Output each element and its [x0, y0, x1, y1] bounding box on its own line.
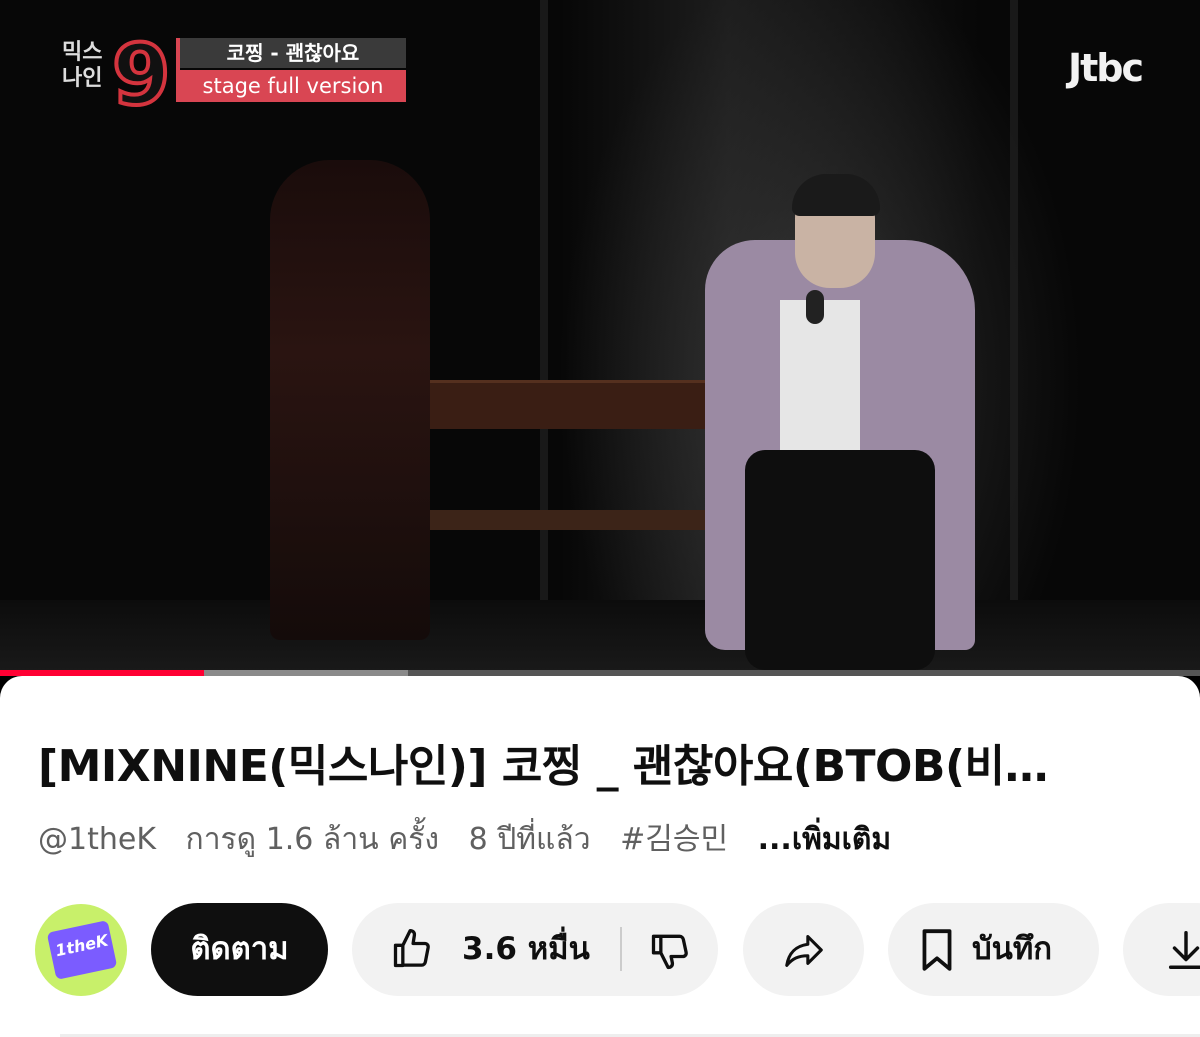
video-title[interactable]: [MIXNINE(믹스나인)] 코찡 _ 괜찮아요(BTOB(비…	[38, 738, 1158, 796]
video-meta[interactable]: @1theK การดู 1.6 ล้าน ครั้ง 8 ปีที่แล้ว …	[38, 818, 911, 862]
microphone	[806, 290, 824, 324]
thumbs-down-icon[interactable]	[648, 929, 692, 973]
singer-pants	[745, 450, 935, 670]
stage-pole	[540, 0, 548, 676]
upload-age: 8 ปีที่แล้ว	[468, 822, 591, 857]
like-dislike-pill: 3.6 หมื่น	[352, 903, 718, 996]
download-icon	[1168, 931, 1200, 969]
stage-floor	[0, 600, 1200, 676]
bench-seat	[390, 510, 730, 530]
save-button[interactable]: บันทึก	[888, 903, 1099, 996]
singer-shirt	[780, 300, 860, 460]
singer-hair	[792, 174, 880, 216]
channel-handle[interactable]: @1theK	[38, 822, 156, 857]
action-bar: 1theK ติดตาม 3.6 หมื่น บันทึก	[0, 900, 1200, 1000]
stage-tag-title: 코찡 - 괜찮아요	[180, 38, 406, 68]
subscribe-button[interactable]: ติดตาม	[151, 903, 328, 996]
person-silhouette	[270, 160, 430, 640]
bench	[390, 380, 730, 550]
like-count: 3.6 หมื่น	[462, 931, 590, 967]
show-logo: 믹스 나인 9	[62, 28, 172, 122]
show-logo-text: 믹스 나인	[62, 40, 103, 91]
share-button[interactable]	[743, 903, 864, 996]
view-count: การดู 1.6 ล้าน ครั้ง	[185, 822, 440, 857]
more-link[interactable]: ...เพิ่มเติม	[758, 822, 892, 857]
video-player[interactable]: 믹스 나인 9 코찡 - 괜찮아요 stage full version Jtb…	[0, 0, 1200, 676]
stage-tag-subtitle: stage full version	[180, 70, 406, 102]
like-divider	[620, 927, 622, 971]
thumbs-up-icon	[393, 929, 430, 968]
bookmark-icon	[922, 929, 952, 971]
hashtag[interactable]: #김승민	[620, 822, 728, 857]
show-logo-nine: 9	[110, 26, 172, 124]
broadcaster-logo: Jtbc	[1068, 46, 1144, 90]
bench-back	[410, 380, 730, 429]
download-button[interactable]	[1123, 903, 1200, 996]
stage-tag: 코찡 - 괜찮아요 stage full version	[176, 38, 406, 102]
save-label: บันทึก	[972, 931, 1053, 967]
share-icon	[785, 935, 823, 967]
stage-pole	[1010, 0, 1018, 676]
avatar[interactable]: 1theK	[35, 904, 127, 996]
